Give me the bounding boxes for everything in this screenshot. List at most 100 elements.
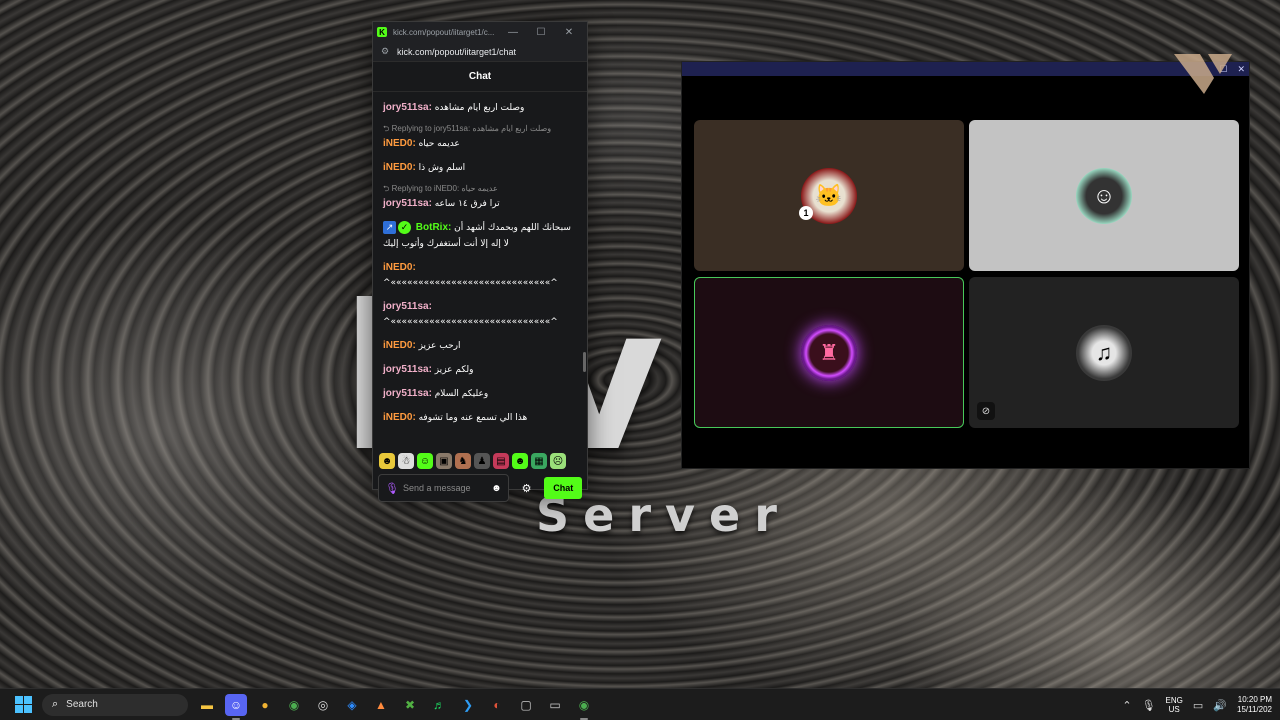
message-username[interactable]: jory511sa:	[383, 198, 432, 209]
chat-message: iNED0: اسلم وش ذا	[383, 160, 573, 176]
message-username[interactable]: iNED0:	[383, 162, 416, 173]
volume-icon[interactable]: 🔊	[1213, 699, 1227, 712]
app-red-icon[interactable]: ◐	[486, 694, 508, 716]
message-text: ولكم عزيز	[434, 365, 474, 375]
emote-icon[interactable]: ♞	[455, 453, 471, 469]
chat-message: ↗ ✓ BotRix: سبحانك اللهم وبحمدك أشهد أن ل…	[383, 220, 573, 252]
participant-tile-1[interactable]: 🐱 1	[694, 120, 964, 271]
glow-avatar-icon: ♜	[801, 324, 857, 381]
chevron-up-icon[interactable]: ⌃	[1122, 699, 1131, 712]
chat-message: iNED0: هذا الي تسمع عنه وما تشوفه	[383, 410, 573, 426]
input-placeholder: Send a message	[403, 483, 471, 493]
chat-messages[interactable]: jory511sa: وصلت اربع ايام مشاهده ⮌ Reply…	[373, 94, 583, 446]
message-username[interactable]: jory511sa:	[383, 364, 432, 375]
minimize-icon[interactable]: —	[499, 27, 527, 38]
chat-settings-gear-icon[interactable]: ⚙	[515, 482, 539, 495]
mic-icon[interactable]: 🎙	[385, 482, 403, 495]
chat-message: iNED0: ^«««««««««««««««««««««««««««««^	[383, 260, 573, 291]
vscode-icon[interactable]: ❯	[457, 694, 479, 716]
browser-titlebar: K kick.com/popout/iitarget1/c... — ☐ ✕	[373, 22, 587, 42]
message-username[interactable]: BotRix:	[416, 222, 452, 233]
language-indicator[interactable]: ENG US	[1166, 696, 1183, 714]
taskbar-apps: ▬ ☺ ● ◉ ◎ ◈ ▲ ✖ ♬ ❯ ◐ ▢ ▭ ◉	[196, 693, 595, 720]
music-avatar-icon: ♫	[1076, 324, 1132, 381]
voice-window-titlebar: ☐ ✕	[682, 62, 1249, 76]
close-icon[interactable]: ✕	[555, 27, 583, 38]
message-username[interactable]: jory511sa:	[383, 388, 432, 399]
message-input[interactable]: 🎙 Send a message ☻	[378, 474, 509, 502]
message-text: سبحانك اللهم وبحمدك أشهد أن لا إله إلا أ…	[383, 223, 571, 249]
chat-message: jory511sa: وصلت اربع ايام مشاهده	[383, 100, 573, 116]
participant-tile-3-speaking[interactable]: ♜	[694, 277, 964, 428]
file-explorer-icon[interactable]: ▬	[196, 694, 218, 716]
chat-message: jory511sa: ولكم عزيز	[383, 362, 573, 378]
network-icon[interactable]: ▭	[1193, 699, 1203, 712]
message-username[interactable]: iNED0:	[383, 412, 416, 423]
chat-message: ⮌ Replying to jory511sa: وصلت اربع ايام …	[383, 124, 573, 152]
site-info-icon[interactable]: ⚙	[381, 46, 397, 57]
camera-off-icon: ⊘	[977, 402, 995, 420]
cat-avatar-icon: 🐱 1	[799, 167, 857, 224]
discord-alt-icon[interactable]: ●	[254, 694, 276, 716]
chat-header: Chat	[373, 62, 587, 92]
chat-message: jory511sa: وعليكم السلام	[383, 386, 573, 402]
reply-reference: ⮌ Replying to jory511sa: وصلت اربع ايام …	[383, 124, 552, 133]
discord-icon[interactable]: ☺	[225, 693, 247, 720]
windows-start-icon[interactable]	[8, 690, 38, 720]
chat-message: iNED0: ارحب عزيز	[383, 338, 573, 354]
message-text: ^«««««««««««««««««««««««««««««^	[383, 278, 558, 288]
chat-message: ⮌ Replying to iNED0: عديمه حياه jory511s…	[383, 184, 573, 212]
message-text: عديمه حياه	[418, 139, 460, 149]
message-username[interactable]: iNED0:	[383, 262, 416, 273]
emote-icon[interactable]: ☻	[512, 453, 528, 469]
github-icon[interactable]: ◎	[312, 694, 334, 716]
search-icon: ⌕	[52, 698, 59, 710]
close-icon[interactable]: ✕	[1237, 64, 1245, 75]
emote-icon[interactable]: ▤	[493, 453, 509, 469]
system-tray: ⌃ 🎙 ENG US ▭ 🔊 10:20 PM 15/11/202	[1122, 689, 1272, 720]
xbox-icon[interactable]: ✖	[399, 694, 421, 716]
send-chat-button[interactable]: Chat	[544, 477, 582, 499]
emote-icon[interactable]: ☻	[379, 453, 395, 469]
message-text: ^«««««««««««««««««««««««««««««^	[383, 317, 558, 327]
taskbar-search-box[interactable]: ⌕ Search	[42, 693, 188, 716]
message-username[interactable]: jory511sa:	[383, 102, 432, 113]
message-username[interactable]: iNED0:	[383, 340, 416, 351]
app-a-icon[interactable]: ▲	[370, 694, 392, 716]
chrome-icon[interactable]: ◉	[283, 694, 305, 716]
person-avatar-icon: ☺	[1076, 167, 1132, 224]
chrome-active-icon[interactable]: ◉	[573, 694, 595, 720]
participant-tile-2[interactable]: ☺	[969, 120, 1239, 271]
maximize-icon[interactable]: ☐	[527, 27, 555, 38]
browser-icon[interactable]: ◈	[341, 694, 363, 716]
message-text: وصلت اربع ايام مشاهده	[434, 103, 525, 113]
mic-tray-icon[interactable]: 🎙	[1142, 699, 1156, 712]
emote-icon[interactable]: ▦	[531, 453, 547, 469]
window-app-icon[interactable]: ▢	[515, 694, 537, 716]
emote-icon[interactable]: ☹	[550, 453, 566, 469]
emote-icon[interactable]: ☃	[398, 453, 414, 469]
emote-bar: ☻ ☃ ☺ ▣ ♞ ♟ ▤ ☻ ▦ ☹	[379, 452, 581, 470]
chat-scrollbar[interactable]	[583, 352, 586, 372]
message-username[interactable]: iNED0:	[383, 138, 416, 149]
emote-icon[interactable]: ▣	[436, 453, 452, 469]
message-text: ترا فرق ١٤ ساعه	[434, 199, 500, 209]
emoji-picker-icon[interactable]: ☻	[491, 483, 502, 494]
kick-logo-icon: K	[377, 27, 387, 37]
clock[interactable]: 10:20 PM 15/11/202	[1237, 695, 1272, 715]
participant-tile-4[interactable]: ♫ ⊘	[969, 277, 1239, 428]
message-text: ارحب عزيز	[418, 341, 461, 351]
spotify-icon[interactable]: ♬	[428, 694, 450, 716]
message-text: وعليكم السلام	[434, 389, 489, 399]
search-label: Search	[66, 699, 98, 710]
reply-reference: ⮌ Replying to iNED0: عديمه حياه	[383, 184, 498, 193]
url-bar[interactable]: ⚙ kick.com/popout/iitarget1/chat	[373, 42, 587, 62]
terminal-icon[interactable]: ▭	[544, 694, 566, 716]
emote-icon[interactable]: ☺	[417, 453, 433, 469]
window-title: kick.com/popout/iitarget1/c...	[393, 27, 495, 37]
emote-icon[interactable]: ♟	[474, 453, 490, 469]
chat-message: jory511sa: ^««««««««««««««««««««««««««««…	[383, 299, 573, 330]
notification-badge: 1	[799, 205, 813, 220]
taskbar: ⌕ Search ▬ ☺ ● ◉ ◎ ◈ ▲ ✖ ♬ ❯ ◐ ▢ ▭ ◉ ⌃ 🎙…	[0, 688, 1280, 720]
message-username[interactable]: jory511sa:	[383, 301, 432, 312]
